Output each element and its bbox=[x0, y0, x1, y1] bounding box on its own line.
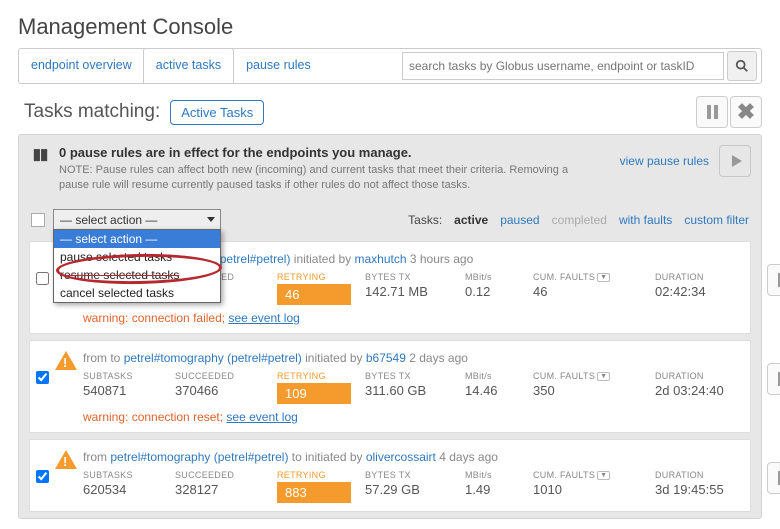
view-pause-rules-link[interactable]: view pause rules bbox=[620, 154, 709, 168]
warning-icon bbox=[55, 349, 77, 370]
top-nav: endpoint overview active tasks pause rul… bbox=[18, 48, 762, 84]
search-input[interactable] bbox=[402, 52, 724, 80]
user-link[interactable]: maxhutch bbox=[355, 252, 407, 266]
task-checkbox[interactable] bbox=[36, 470, 49, 483]
dd-option-pause[interactable]: pause selected tasks bbox=[54, 248, 220, 266]
task-checkbox[interactable] bbox=[36, 272, 49, 285]
pause-all-button[interactable] bbox=[696, 96, 728, 128]
filter-with-faults[interactable]: with faults bbox=[619, 213, 672, 227]
filter-custom[interactable]: custom filter bbox=[684, 213, 749, 227]
user-link[interactable]: olivercossairt bbox=[366, 450, 436, 464]
see-event-log-link[interactable]: see event log bbox=[226, 410, 297, 424]
task-pause-button[interactable] bbox=[767, 462, 780, 494]
task-row: from to petrel#tomography (petrel#petrel… bbox=[29, 340, 751, 433]
warning-icon bbox=[55, 448, 77, 469]
x-icon: ✖ bbox=[737, 101, 755, 123]
notice-subtitle: NOTE: Pause rules can affect both new (i… bbox=[59, 163, 599, 193]
tab-active-tasks[interactable]: active tasks bbox=[143, 48, 234, 83]
cancel-all-button[interactable]: ✖ bbox=[730, 96, 762, 128]
user-link[interactable]: b67549 bbox=[366, 351, 406, 365]
task-row: from petrel#tomography (petrel#petrel) t… bbox=[29, 439, 751, 512]
play-button[interactable] bbox=[719, 145, 751, 177]
search-icon bbox=[735, 59, 749, 73]
tab-endpoint-overview[interactable]: endpoint overview bbox=[19, 49, 144, 83]
bulk-action-dropdown: — select action — pause selected tasks r… bbox=[53, 229, 221, 303]
notice-title: 0 pause rules are in effect for the endp… bbox=[59, 145, 620, 160]
tab-pause-rules[interactable]: pause rules bbox=[234, 49, 323, 83]
bulk-action-select[interactable]: — select action — bbox=[53, 209, 221, 231]
pause-rules-notice: ▮▮ 0 pause rules are in effect for the e… bbox=[19, 135, 761, 201]
search-button[interactable] bbox=[727, 51, 757, 81]
task-checkbox[interactable] bbox=[36, 371, 49, 384]
filter-label: Tasks: bbox=[408, 213, 442, 227]
page-title: Management Console bbox=[18, 14, 762, 40]
task-filter-links: Tasks: active paused completed with faul… bbox=[408, 213, 749, 227]
task-pause-button[interactable] bbox=[767, 363, 780, 395]
pause-icon bbox=[707, 105, 718, 119]
dd-option-resume[interactable]: resume selected tasks bbox=[54, 266, 220, 284]
task-warning: warning: connection failed; see event lo… bbox=[83, 311, 759, 325]
filter-active[interactable]: active bbox=[454, 213, 488, 227]
select-all-checkbox[interactable] bbox=[31, 213, 45, 227]
task-warning: warning: connection reset; see event log bbox=[83, 410, 759, 424]
bulk-toolbar: — select action — — select action — paus… bbox=[19, 201, 761, 235]
filter-completed[interactable]: completed bbox=[552, 213, 607, 227]
filter-pill-active-tasks[interactable]: Active Tasks bbox=[170, 100, 264, 125]
tasks-matching-label: Tasks matching: bbox=[24, 101, 160, 123]
task-description: from to petrel#tomography (petrel#petrel… bbox=[83, 351, 759, 365]
task-pause-button[interactable] bbox=[767, 264, 780, 296]
endpoint-link[interactable]: petrel#tomography (petrel#petrel) bbox=[124, 351, 302, 365]
see-event-log-link[interactable]: see event log bbox=[228, 311, 299, 325]
dd-option-placeholder[interactable]: — select action — bbox=[54, 230, 220, 248]
pause-icon: ▮▮ bbox=[29, 145, 51, 163]
tasks-panel: ▮▮ 0 pause rules are in effect for the e… bbox=[18, 134, 762, 519]
dd-option-cancel[interactable]: cancel selected tasks bbox=[54, 284, 220, 302]
endpoint-link[interactable]: petrel#tomography (petrel#petrel) bbox=[110, 450, 288, 464]
play-icon bbox=[732, 155, 742, 167]
filter-paused[interactable]: paused bbox=[500, 213, 539, 227]
task-description: from petrel#tomography (petrel#petrel) t… bbox=[83, 450, 759, 464]
